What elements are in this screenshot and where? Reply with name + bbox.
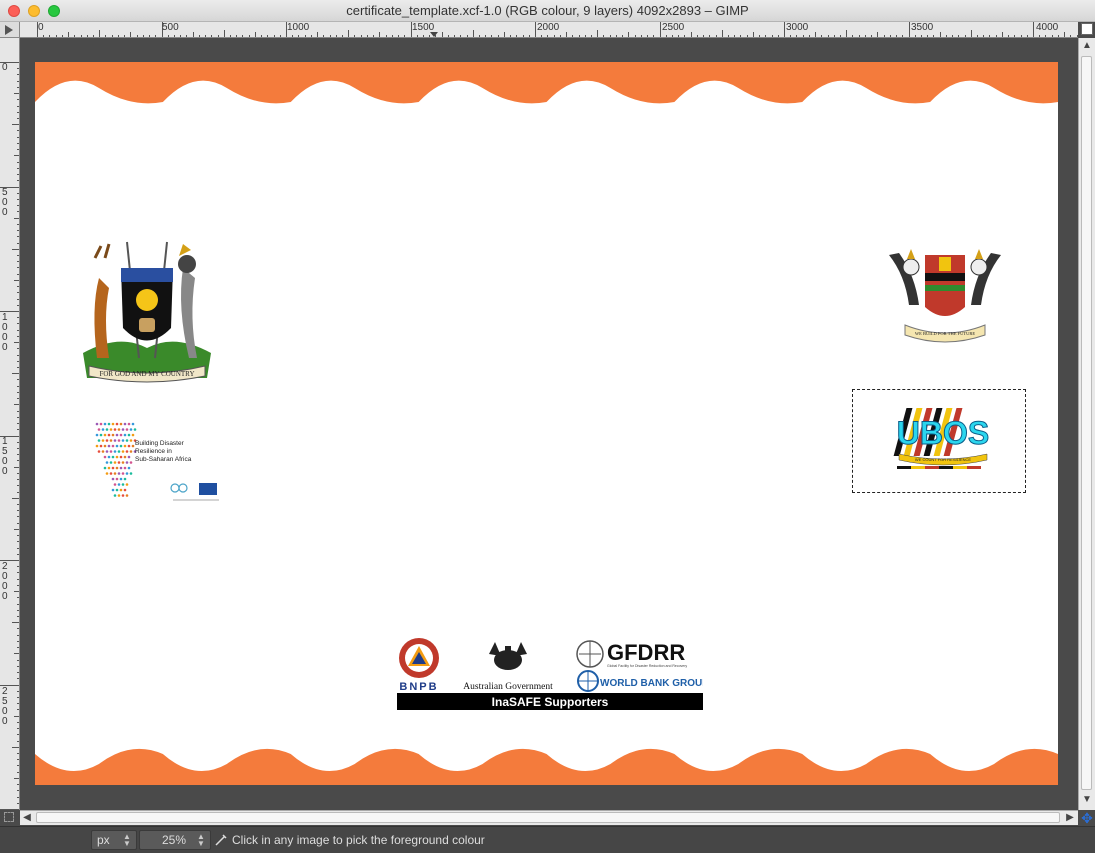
australian-government-label: Australian Government — [463, 682, 553, 692]
ruler-label: 3000 — [786, 22, 809, 33]
ruler-label: 1500 — [412, 22, 435, 33]
vertical-scroll-thumb[interactable] — [1081, 56, 1092, 790]
ruler-corner-menu-button[interactable] — [0, 22, 20, 38]
vertical-scrollbar[interactable]: ▲ ▼ — [1078, 38, 1095, 810]
scroll-right-arrow-icon[interactable]: ▶ — [1064, 811, 1076, 824]
horizontal-scroll-thumb[interactable] — [36, 812, 1060, 823]
uganda-coat-of-arms-logo: FOR GOD AND MY COUNTRY — [83, 241, 211, 383]
ruler-label: 2500 — [2, 686, 8, 727]
bnpb-label: BNPB — [399, 681, 438, 693]
ruler-label: 3500 — [911, 22, 934, 33]
dropdown-arrows-icon: ▲ ▼ — [197, 832, 205, 848]
ruler-label: 2000 — [2, 561, 8, 602]
scroll-up-arrow-icon[interactable]: ▲ — [1081, 39, 1093, 53]
window-title: certificate_template.xcf-1.0 (RGB colour… — [346, 3, 749, 18]
ruler-label: 500 — [162, 22, 179, 33]
university-coat-of-arms-logo: WE BUILD FOR THE FUTURE — [889, 249, 1001, 343]
ruler-label: 1000 — [2, 312, 8, 353]
certificate-image[interactable]: FOR GOD AND MY COUNTRY Building Disaster… — [35, 62, 1058, 785]
gfdrr-label: GFDRR — [607, 640, 685, 665]
ruler-label: 1000 — [287, 22, 310, 33]
scroll-down-arrow-icon[interactable]: ▼ — [1081, 793, 1093, 807]
ruler-label: 0 — [38, 22, 44, 33]
horizontal-ruler[interactable]: 0 500 1000 1500 2000 2500 3000 3500 4000 — [20, 22, 1078, 38]
selection-marquee[interactable] — [852, 389, 1026, 493]
vertical-ruler[interactable]: 0 500 1000 1500 2000 2500 — [0, 38, 20, 810]
world-bank-group-label: WORLD BANK GROUP — [600, 678, 703, 689]
zoom-selector[interactable]: 25% ▲ ▼ — [139, 830, 211, 850]
ruler-label: 0 — [2, 62, 8, 73]
horizontal-scrollbar[interactable]: ◀ ▶ — [20, 810, 1078, 825]
zoom-value: 25% — [161, 833, 186, 847]
status-bar: px ▲ ▼ 25% ▲ ▼ Click in any image to pick … — [0, 826, 1095, 853]
ruler-label: 2500 — [662, 22, 685, 33]
dropdown-arrows-icon: ▲ ▼ — [123, 832, 131, 848]
scroll-left-arrow-icon[interactable]: ◀ — [21, 811, 33, 824]
unit-selector[interactable]: px ▲ ▼ — [91, 830, 137, 850]
bdr-text-line-1: Building Disaster — [135, 440, 185, 447]
ruler-label: 2000 — [537, 22, 560, 33]
navigate-icon[interactable]: ✥ — [1080, 811, 1094, 825]
menu-arrow-icon — [5, 25, 13, 35]
image-canvas[interactable]: FOR GOD AND MY COUNTRY Building Disaster… — [20, 38, 1078, 810]
bdr-text-line-3: Sub-Saharan Africa — [135, 456, 192, 463]
ruler-label: 500 — [2, 187, 8, 218]
unit-value: px — [97, 833, 110, 847]
ruler-label: 1500 — [2, 436, 8, 477]
supporters-banner-text: InaSAFE Supporters — [492, 695, 609, 709]
ruler-label: 4000 — [1036, 22, 1059, 33]
title-bar: certificate_template.xcf-1.0 (RGB colour… — [0, 0, 1095, 22]
status-message: Click in any image to pick the foregroun… — [232, 833, 485, 847]
building-disaster-resilience-logo: Building Disaster Resilience in Sub-Saha… — [95, 422, 219, 501]
color-picker-icon — [215, 834, 227, 846]
coat-of-arms-motto: FOR GOD AND MY COUNTRY — [99, 370, 194, 378]
quick-mask-toggle-icon[interactable] — [4, 812, 14, 822]
inasafe-supporters-logo: BNPB Australian Government GFDRR Global … — [397, 638, 703, 710]
zoom-to-fit-icon[interactable] — [1081, 23, 1093, 35]
bottom-wave-border — [35, 748, 1058, 785]
gfdrr-subtitle: Global Facility for Disaster Reduction a… — [607, 664, 687, 668]
top-wave-border — [35, 62, 1058, 104]
bdr-text-line-2: Resilience in — [135, 448, 172, 455]
university-motto: WE BUILD FOR THE FUTURE — [915, 331, 975, 336]
